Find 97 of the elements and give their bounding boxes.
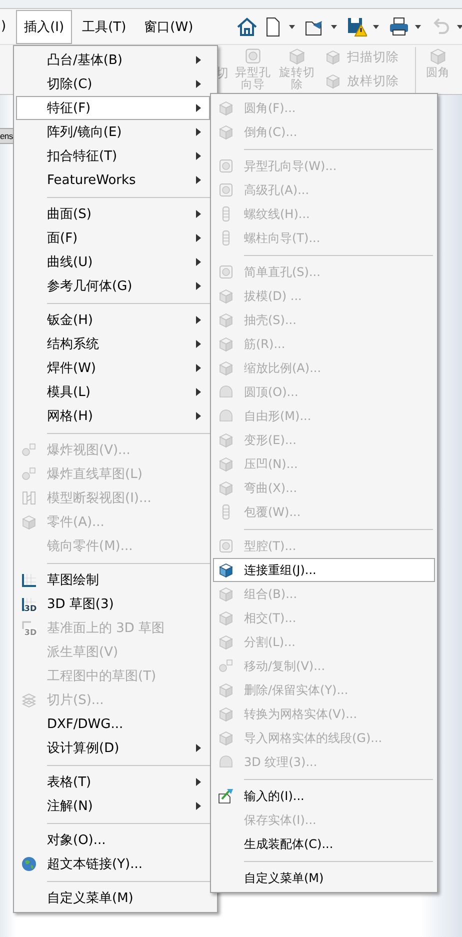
cube-icon xyxy=(218,562,234,578)
cube-icon xyxy=(218,288,234,304)
cube-icon xyxy=(218,634,234,650)
menu-item[interactable]: 模具(L) xyxy=(16,380,210,404)
save-icon[interactable] xyxy=(347,16,368,36)
cube-icon xyxy=(218,706,234,722)
cube-icon xyxy=(218,610,234,626)
menu-item[interactable]: 网格(H) xyxy=(16,404,210,428)
submenu-arrow-icon xyxy=(196,364,201,372)
submenu-arrow-icon xyxy=(196,388,201,396)
menu-item[interactable]: 曲面(S) xyxy=(16,202,210,226)
layers-icon xyxy=(21,692,37,708)
caret-icon[interactable] xyxy=(373,24,380,28)
menu-item[interactable]: FeatureWorks xyxy=(16,168,210,192)
parts-icon xyxy=(218,658,234,674)
cube-icon xyxy=(218,456,234,472)
menu-item[interactable]: 自定义菜单(M) xyxy=(213,866,435,890)
menu-item[interactable]: 特征(F) xyxy=(16,96,210,120)
menu-item[interactable]: 焊件(W) xyxy=(16,356,210,380)
cube-hole-icon xyxy=(218,158,234,174)
menu-item[interactable]: 阵列/镜向(E) xyxy=(16,120,210,144)
cube-icon xyxy=(218,360,234,376)
menu-item[interactable]: 面(F) xyxy=(16,226,210,250)
submenu-arrow-icon xyxy=(196,316,201,324)
dome-icon xyxy=(218,408,234,424)
menu-item[interactable]: 自定义菜单(M) xyxy=(16,886,210,910)
submenu-arrow-icon xyxy=(196,744,201,752)
submenu-arrow-icon xyxy=(196,80,201,88)
menu-bar-item[interactable]: 窗口(W) xyxy=(136,10,202,44)
icon-text: 3D xyxy=(24,604,37,612)
menu-bar-item[interactable]: 插入(I) xyxy=(16,10,72,44)
submenu-arrow-icon xyxy=(196,412,201,420)
caret-icon[interactable] xyxy=(331,24,338,28)
cube-icon xyxy=(429,47,447,65)
cube-icon xyxy=(218,682,234,698)
submenu-arrow-icon xyxy=(196,104,201,112)
tab[interactable]: ens xyxy=(0,128,13,144)
submenu-arrow-icon xyxy=(196,210,201,218)
cube-icon xyxy=(218,100,234,116)
menu-item[interactable]: 结构系统 xyxy=(16,332,210,356)
cube-icon xyxy=(325,49,342,65)
sketch-icon xyxy=(21,572,37,588)
cube-icon xyxy=(21,514,37,530)
menu-item[interactable]: 3D 3D 草图(3) xyxy=(16,592,210,616)
submenu-arrow-icon xyxy=(196,340,201,348)
cube-icon xyxy=(218,586,234,602)
cube-hole-icon xyxy=(218,182,234,198)
menu-item[interactable]: 超文本链接(Y)... xyxy=(16,852,210,876)
cube-icon xyxy=(218,336,234,352)
menu-item[interactable]: 表格(T) xyxy=(16,770,210,794)
menu-item[interactable]: 对象(O)... xyxy=(16,828,210,852)
caret-icon[interactable] xyxy=(289,24,296,28)
cube-icon xyxy=(218,312,234,328)
submenu-arrow-icon xyxy=(196,778,201,786)
menu-item[interactable]: 曲线(U) xyxy=(16,250,210,274)
parts-icon xyxy=(21,442,37,458)
menu-item[interactable]: 钣金(H) xyxy=(16,308,210,332)
menu-item[interactable]: 设计算例(D) xyxy=(16,736,210,760)
menu-item[interactable]: 凸台/基体(B) xyxy=(16,48,210,72)
submenu-arrow-icon xyxy=(196,282,201,290)
submenu-arrow-icon xyxy=(196,258,201,266)
home-icon[interactable] xyxy=(237,16,258,36)
cube-icon xyxy=(218,730,234,746)
caret-icon[interactable] xyxy=(415,24,422,28)
menu-item[interactable]: DXF/DWG... xyxy=(16,712,210,736)
menu-item[interactable]: 草图绘制 xyxy=(16,568,210,592)
menu-item[interactable]: 连接重组(J)... xyxy=(213,558,435,582)
cube-hole-icon xyxy=(244,47,262,65)
cube-hole-icon xyxy=(218,538,234,554)
parts-icon xyxy=(21,466,37,482)
menu-item[interactable]: 参考几何体(G) xyxy=(16,274,210,298)
cube-hole-icon xyxy=(218,264,234,280)
menu-item[interactable]: 生成装配体(C)... xyxy=(213,832,435,856)
cube-icon xyxy=(325,73,342,89)
menu-item[interactable]: 注解(N) xyxy=(16,794,210,818)
broken-frame-icon xyxy=(21,490,37,506)
cube-icon xyxy=(218,124,234,140)
icon-text: 3D xyxy=(24,628,37,636)
menu-bar-item[interactable]: ) xyxy=(0,11,10,42)
cube-icon xyxy=(288,47,306,65)
cube-icon xyxy=(218,480,234,496)
dome-icon xyxy=(218,754,234,770)
submenu-arrow-icon xyxy=(196,176,201,184)
menu-item[interactable]: 扣合特征(T) xyxy=(16,144,210,168)
submenu-arrow-icon xyxy=(196,56,201,64)
globe-icon xyxy=(21,856,37,872)
menu-bar-item[interactable]: 工具(T) xyxy=(74,10,134,44)
submenu-arrow-icon xyxy=(196,234,201,242)
dome-icon xyxy=(218,384,234,400)
submenu-arrow-icon xyxy=(196,152,201,160)
menu-item[interactable]: 切除(C) xyxy=(16,72,210,96)
menu-item[interactable]: 输入的(I)... xyxy=(213,784,435,808)
cube-icon xyxy=(218,432,234,448)
import-icon xyxy=(218,788,234,804)
submenu-arrow-icon xyxy=(196,802,201,810)
submenu-arrow-icon xyxy=(196,128,201,136)
printer-icon[interactable] xyxy=(389,16,410,36)
